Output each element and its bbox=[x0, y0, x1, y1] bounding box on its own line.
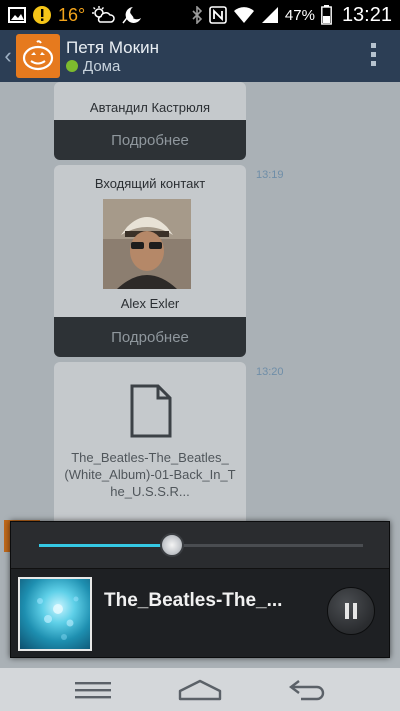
contact-name: Петя Мокин bbox=[66, 37, 159, 57]
album-art[interactable] bbox=[18, 577, 92, 651]
navigation-bar bbox=[0, 668, 400, 711]
track-title[interactable]: The_Beatles-The_... bbox=[104, 590, 314, 612]
night-icon bbox=[121, 5, 143, 25]
message-time: 13:19 bbox=[256, 169, 284, 181]
nfc-icon bbox=[209, 5, 227, 25]
details-button[interactable]: Подробнее bbox=[54, 120, 246, 160]
seekbar-area bbox=[11, 522, 389, 569]
message-bubble-file[interactable]: The_Beatles-The_Beatles_(White_Album)-01… bbox=[54, 362, 246, 542]
alert-icon bbox=[32, 5, 52, 25]
file-name: The_Beatles-The_Beatles_(White_Album)-01… bbox=[64, 450, 236, 499]
file-icon bbox=[130, 384, 172, 443]
seek-track[interactable] bbox=[39, 533, 363, 557]
shared-contact-name: Автандил Кастрюля bbox=[89, 100, 211, 115]
weather-icon bbox=[91, 5, 115, 25]
overflow-menu-icon[interactable] bbox=[371, 43, 376, 66]
message-time: 13:20 bbox=[256, 366, 284, 378]
shared-contact-name: Alex Exler bbox=[120, 296, 180, 311]
details-button[interactable]: Подробнее bbox=[54, 317, 246, 357]
pause-icon bbox=[345, 603, 349, 619]
temperature-label: 16° bbox=[58, 4, 86, 25]
seek-progress bbox=[39, 544, 172, 547]
menu-icon[interactable] bbox=[63, 672, 123, 708]
avatar[interactable] bbox=[16, 34, 60, 78]
signal-icon bbox=[261, 5, 279, 25]
status-bar: 16° 47% 13:21 bbox=[0, 0, 400, 30]
presence-dot bbox=[66, 60, 78, 72]
clock: 13:21 bbox=[341, 3, 392, 26]
message-bubble-contact[interactable]: Автандил Кастрюля Подробнее bbox=[54, 82, 246, 160]
bluetooth-icon bbox=[191, 5, 203, 25]
battery-icon bbox=[321, 5, 332, 25]
back-chevron-icon[interactable]: ‹ bbox=[0, 43, 16, 69]
seek-thumb[interactable] bbox=[159, 533, 184, 557]
incoming-contact-label: Входящий контакт bbox=[94, 176, 206, 191]
back-icon[interactable] bbox=[277, 672, 337, 708]
chat-header: ‹ Петя Мокин Дома bbox=[0, 30, 400, 82]
presence-status: Дома bbox=[83, 57, 121, 75]
gallery-icon bbox=[8, 5, 26, 25]
message-bubble-contact[interactable]: Входящий контакт Alex Exler Подробнее bbox=[54, 165, 246, 357]
contact-photo bbox=[103, 199, 191, 289]
wifi-icon bbox=[233, 5, 255, 25]
home-icon[interactable] bbox=[170, 672, 230, 708]
pumpkin-avatar-icon bbox=[22, 40, 54, 71]
pause-button[interactable] bbox=[327, 587, 375, 635]
media-player: The_Beatles-The_... bbox=[10, 521, 390, 658]
battery-percent: 47% bbox=[284, 6, 315, 24]
